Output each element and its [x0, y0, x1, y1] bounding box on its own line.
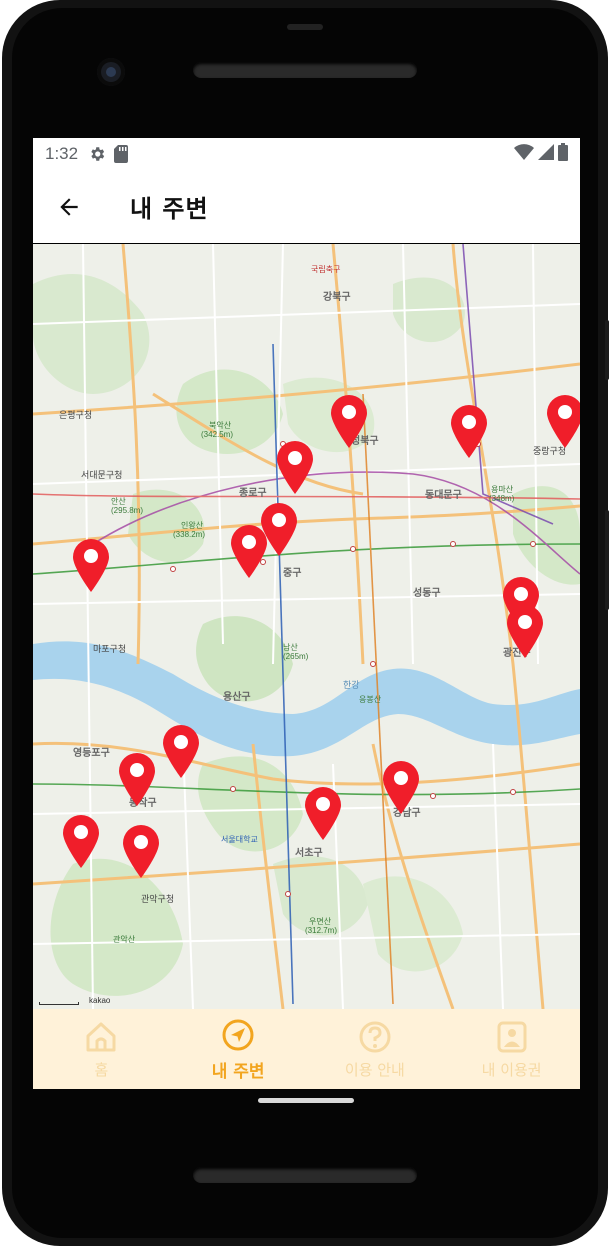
station-pin-marker[interactable] [303, 786, 343, 840]
station-pin-marker[interactable] [329, 394, 369, 448]
map-label: 영등포구 [73, 748, 110, 759]
station-pin-marker[interactable] [229, 524, 269, 578]
location-nav-icon [220, 1017, 256, 1053]
station-pin-marker[interactable] [61, 814, 101, 868]
station-pin-marker[interactable] [161, 724, 201, 778]
app-bar: 내 주변 [33, 170, 580, 244]
home-indicator [258, 1098, 354, 1103]
map-label: 서울대학교 [221, 835, 258, 844]
nav-label-nearby: 내 주변 [211, 1061, 265, 1082]
back-button[interactable] [33, 170, 105, 244]
map-label: 강북구 [323, 292, 351, 303]
map-view[interactable]: 국립축구 강북구 성북구 종로구 동대문구 중구 용산구 성동구 광진구 은평구… [33, 244, 580, 1009]
station-pin-marker[interactable] [505, 604, 545, 658]
map-label: 서초구 [295, 848, 323, 859]
map-label: 한강 [343, 680, 360, 690]
help-icon [357, 1019, 393, 1055]
map-label: (295.8m) [111, 506, 144, 515]
back-arrow-icon [60, 197, 78, 216]
map-label: 서대문구청 [81, 470, 123, 480]
status-time: 1:32 [45, 144, 79, 163]
page-title: 내 주변 [130, 195, 209, 223]
station-pin-marker[interactable] [71, 538, 111, 592]
map-credit: kakao [89, 996, 111, 1005]
map-label: 동대문구 [425, 490, 462, 501]
map-label: (348m) [489, 494, 515, 503]
signal-icon [538, 143, 554, 165]
map-label: (312.7m) [305, 926, 338, 935]
sd-card-icon [114, 145, 129, 163]
nav-item-guide[interactable]: 이용 안내 [307, 1009, 444, 1089]
map-label: 응봉산 [359, 695, 382, 704]
map-label: 성동구 [413, 588, 441, 599]
station-pin-marker[interactable] [449, 404, 489, 458]
earpiece-slit [287, 24, 323, 30]
front-camera [97, 58, 125, 86]
nav-label-home: 홈 [94, 1060, 109, 1079]
station-pin-marker[interactable] [117, 752, 157, 806]
wifi-icon [514, 143, 534, 165]
battery-icon [558, 142, 568, 166]
bottom-navigation: 홈 내 주변 이용 안내 내 이용권 [33, 1009, 580, 1089]
map-label: 용산구 [223, 692, 251, 703]
status-bar: 1:32 [33, 138, 580, 170]
map-label: 은평구청 [59, 410, 93, 420]
map-label: (342.5m) [201, 430, 234, 439]
map-label: 종로구 [239, 488, 267, 499]
settings-icon [88, 145, 106, 163]
nav-item-home[interactable]: 홈 [33, 1009, 170, 1089]
scale-bar [39, 1002, 79, 1005]
nav-label-guide: 이용 안내 [344, 1060, 405, 1079]
station-pin-marker[interactable] [381, 760, 421, 814]
power-button [605, 510, 609, 610]
nav-item-nearby[interactable]: 내 주변 [170, 1009, 307, 1089]
map-label: (338.2m) [173, 530, 206, 539]
station-pin-marker[interactable] [121, 824, 161, 878]
ticket-icon [494, 1019, 530, 1055]
nav-label-my-pass: 내 이용권 [481, 1060, 542, 1079]
top-speaker [193, 62, 417, 78]
screen: 1:32 내 주변 국립축구 강북구 성북구 종로구 동대문구 중구 용산구 성… [33, 138, 580, 1089]
map-labels: 국립축구 강북구 성북구 종로구 동대문구 중구 용산구 성동구 광진구 은평구… [33, 244, 580, 1009]
bottom-speaker [193, 1167, 417, 1183]
home-icon [83, 1019, 119, 1055]
map-label: 국립축구 [311, 265, 341, 274]
station-pin-marker[interactable] [275, 440, 315, 494]
volume-button [605, 320, 609, 380]
station-pin-marker[interactable] [545, 394, 580, 448]
map-label: 관악산 [113, 935, 136, 944]
map-label: (265m) [283, 652, 309, 661]
map-label: 마포구청 [93, 644, 127, 654]
map-label: 관악구청 [141, 894, 175, 904]
map-label: 중구 [283, 568, 302, 579]
nav-item-my-pass[interactable]: 내 이용권 [443, 1009, 580, 1089]
